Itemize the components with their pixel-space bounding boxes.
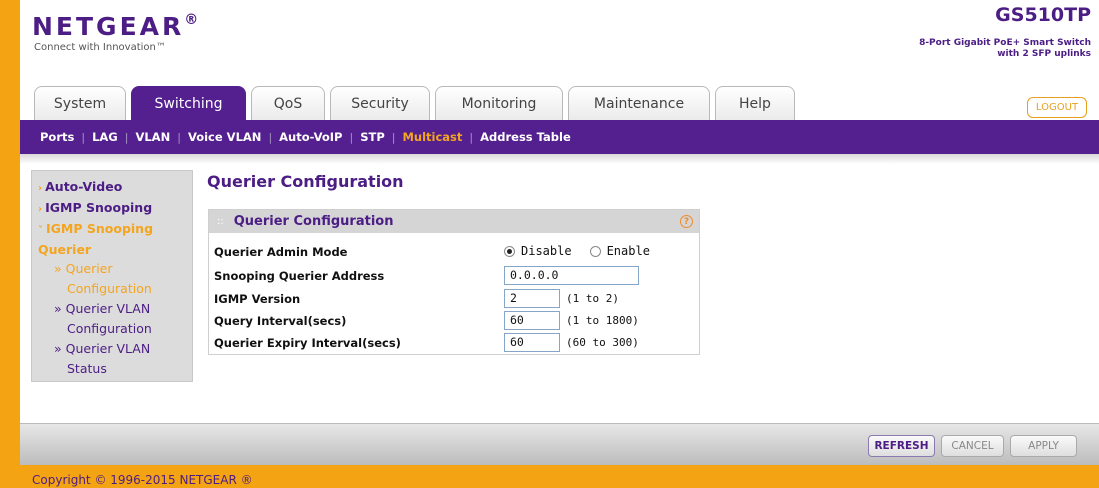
menu-querier-label-2: Querier bbox=[38, 242, 92, 257]
panel-title: Querier Configuration bbox=[233, 214, 394, 229]
querier-config-panel: :: Querier Configuration ? Querier Admin… bbox=[208, 209, 700, 355]
action-bar: REFRESH CANCEL APPLY bbox=[20, 423, 1099, 465]
tab-security[interactable]: Security bbox=[330, 86, 430, 120]
sub-navigation: Ports | LAG | VLAN | Voice VLAN | Auto-V… bbox=[20, 120, 1099, 154]
tab-monitoring[interactable]: Monitoring bbox=[435, 86, 563, 120]
cancel-button[interactable]: CANCEL bbox=[941, 435, 1004, 457]
netgear-logo: NETGEAR® bbox=[32, 12, 201, 41]
expiry-interval-label: Querier Expiry Interval(secs) bbox=[214, 336, 401, 350]
model-desc-line-1: 8-Port Gigabit PoE+ Smart Switch bbox=[919, 38, 1091, 48]
subnav-address-table[interactable]: Address Table bbox=[480, 130, 571, 144]
chevron-right-icon: › bbox=[38, 183, 43, 194]
left-menu: › Auto-Video › IGMP Snooping ˅ IGMP Snoopin… bbox=[31, 170, 193, 382]
expiry-interval-row: Querier Expiry Interval(secs) 60 (60 to … bbox=[214, 333, 694, 353]
subnav-ports[interactable]: Ports bbox=[40, 130, 74, 144]
apply-button[interactable]: APPLY bbox=[1010, 435, 1077, 457]
subnav-auto-voip[interactable]: Auto-VoIP bbox=[279, 130, 342, 144]
content-shadow bbox=[20, 154, 1099, 164]
panel-header: :: Querier Configuration ? bbox=[209, 210, 699, 233]
footer: Copyright © 1996-2015 NETGEAR ® bbox=[20, 465, 1099, 488]
menu-igmp-snooping-querier[interactable]: ˅ IGMP Snooping Querier bbox=[38, 219, 192, 259]
igmp-version-input[interactable]: 2 bbox=[504, 289, 560, 308]
admin-mode-label: Querier Admin Mode bbox=[214, 245, 348, 259]
model-description: 8-Port Gigabit PoE+ Smart Switch with 2 … bbox=[919, 38, 1091, 60]
tagline: Connect with Innovation™ bbox=[34, 42, 166, 53]
address-label: Snooping Querier Address bbox=[214, 269, 385, 283]
igmp-version-label: IGMP Version bbox=[214, 292, 301, 306]
menu-auto-video-label: Auto-Video bbox=[45, 179, 123, 194]
menu-querier-config-label-2: Configuration bbox=[67, 281, 152, 296]
menu-querier-config-label-1: » Querier bbox=[54, 261, 113, 276]
igmp-version-range: (1 to 2) bbox=[566, 292, 619, 305]
logout-button[interactable]: LOGOUT bbox=[1027, 97, 1087, 118]
admin-mode-row: Querier Admin Mode Disable Enable bbox=[214, 242, 694, 262]
querier-address-input[interactable]: 0.0.0.0 bbox=[504, 266, 639, 285]
subnav-lag[interactable]: LAG bbox=[92, 130, 118, 144]
subnav-stp[interactable]: STP bbox=[360, 130, 385, 144]
menu-auto-video[interactable]: › Auto-Video bbox=[38, 177, 192, 198]
menu-querier-vlan-status[interactable]: » Querier VLAN Status bbox=[38, 339, 192, 379]
tab-maintenance[interactable]: Maintenance bbox=[568, 86, 710, 120]
query-interval-label: Query Interval(secs) bbox=[214, 314, 347, 328]
chevron-down-icon: ˅ bbox=[38, 225, 43, 236]
tab-help[interactable]: Help bbox=[715, 86, 795, 120]
query-interval-row: Query Interval(secs) 60 (1 to 1800) bbox=[214, 311, 694, 331]
copyright-text: Copyright © 1996-2015 NETGEAR ® bbox=[32, 473, 253, 487]
disable-radio[interactable] bbox=[504, 245, 515, 257]
enable-radio-label[interactable]: Enable bbox=[607, 244, 650, 258]
disable-radio-label[interactable]: Disable bbox=[521, 244, 572, 258]
menu-querier-label-1: IGMP Snooping bbox=[46, 221, 154, 236]
menu-igmp-snooping-label: IGMP Snooping bbox=[45, 200, 153, 215]
subnav-vlan[interactable]: VLAN bbox=[135, 130, 170, 144]
subnav-voice-vlan[interactable]: Voice VLAN bbox=[188, 130, 262, 144]
left-accent-bar bbox=[0, 0, 20, 488]
refresh-button[interactable]: REFRESH bbox=[868, 435, 935, 457]
logo-mark: ® bbox=[184, 12, 202, 28]
subnav-separator: | bbox=[391, 130, 396, 144]
subnav-multicast[interactable]: Multicast bbox=[402, 130, 462, 144]
menu-querier-configuration[interactable]: » Querier Configuration bbox=[38, 259, 192, 299]
tab-system[interactable]: System bbox=[34, 86, 126, 120]
subnav-separator: | bbox=[469, 130, 474, 144]
main-tabs: System Switching QoS Security Monitoring… bbox=[34, 86, 800, 120]
page-title: Querier Configuration bbox=[207, 172, 404, 191]
subnav-separator: | bbox=[177, 130, 181, 144]
menu-vlan-status-label-2: Status bbox=[67, 361, 107, 376]
subnav-separator: | bbox=[124, 130, 129, 144]
menu-querier-vlan-configuration[interactable]: » Querier VLAN Configuration bbox=[38, 299, 192, 339]
address-row: Snooping Querier Address 0.0.0.0 bbox=[214, 266, 694, 286]
igmp-version-row: IGMP Version 2 (1 to 2) bbox=[214, 289, 694, 309]
logo-text: NETGEAR bbox=[32, 12, 185, 41]
menu-vlan-status-label-1: » Querier VLAN bbox=[54, 341, 151, 356]
model-name: GS510TP bbox=[995, 4, 1091, 26]
query-interval-range: (1 to 1800) bbox=[566, 314, 639, 327]
chevron-right-icon: › bbox=[38, 204, 43, 215]
expiry-interval-input[interactable]: 60 bbox=[504, 333, 560, 352]
model-desc-line-2: with 2 SFP uplinks bbox=[997, 49, 1091, 59]
tab-switching[interactable]: Switching bbox=[131, 86, 246, 120]
subnav-separator: | bbox=[349, 130, 354, 144]
tab-qos[interactable]: QoS bbox=[251, 86, 325, 120]
menu-vlan-config-label-1: » Querier VLAN bbox=[54, 301, 151, 316]
query-interval-input[interactable]: 60 bbox=[504, 311, 560, 330]
grip-icon: :: bbox=[217, 216, 224, 227]
admin-mode-radio-group: Disable Enable bbox=[504, 244, 668, 258]
enable-radio[interactable] bbox=[589, 245, 601, 257]
subnav-separator: | bbox=[268, 130, 273, 144]
menu-vlan-config-label-2: Configuration bbox=[67, 321, 152, 336]
help-icon[interactable]: ? bbox=[680, 215, 693, 228]
subnav-separator: | bbox=[81, 130, 86, 144]
expiry-interval-range: (60 to 300) bbox=[566, 336, 639, 349]
menu-igmp-snooping[interactable]: › IGMP Snooping bbox=[38, 198, 192, 219]
